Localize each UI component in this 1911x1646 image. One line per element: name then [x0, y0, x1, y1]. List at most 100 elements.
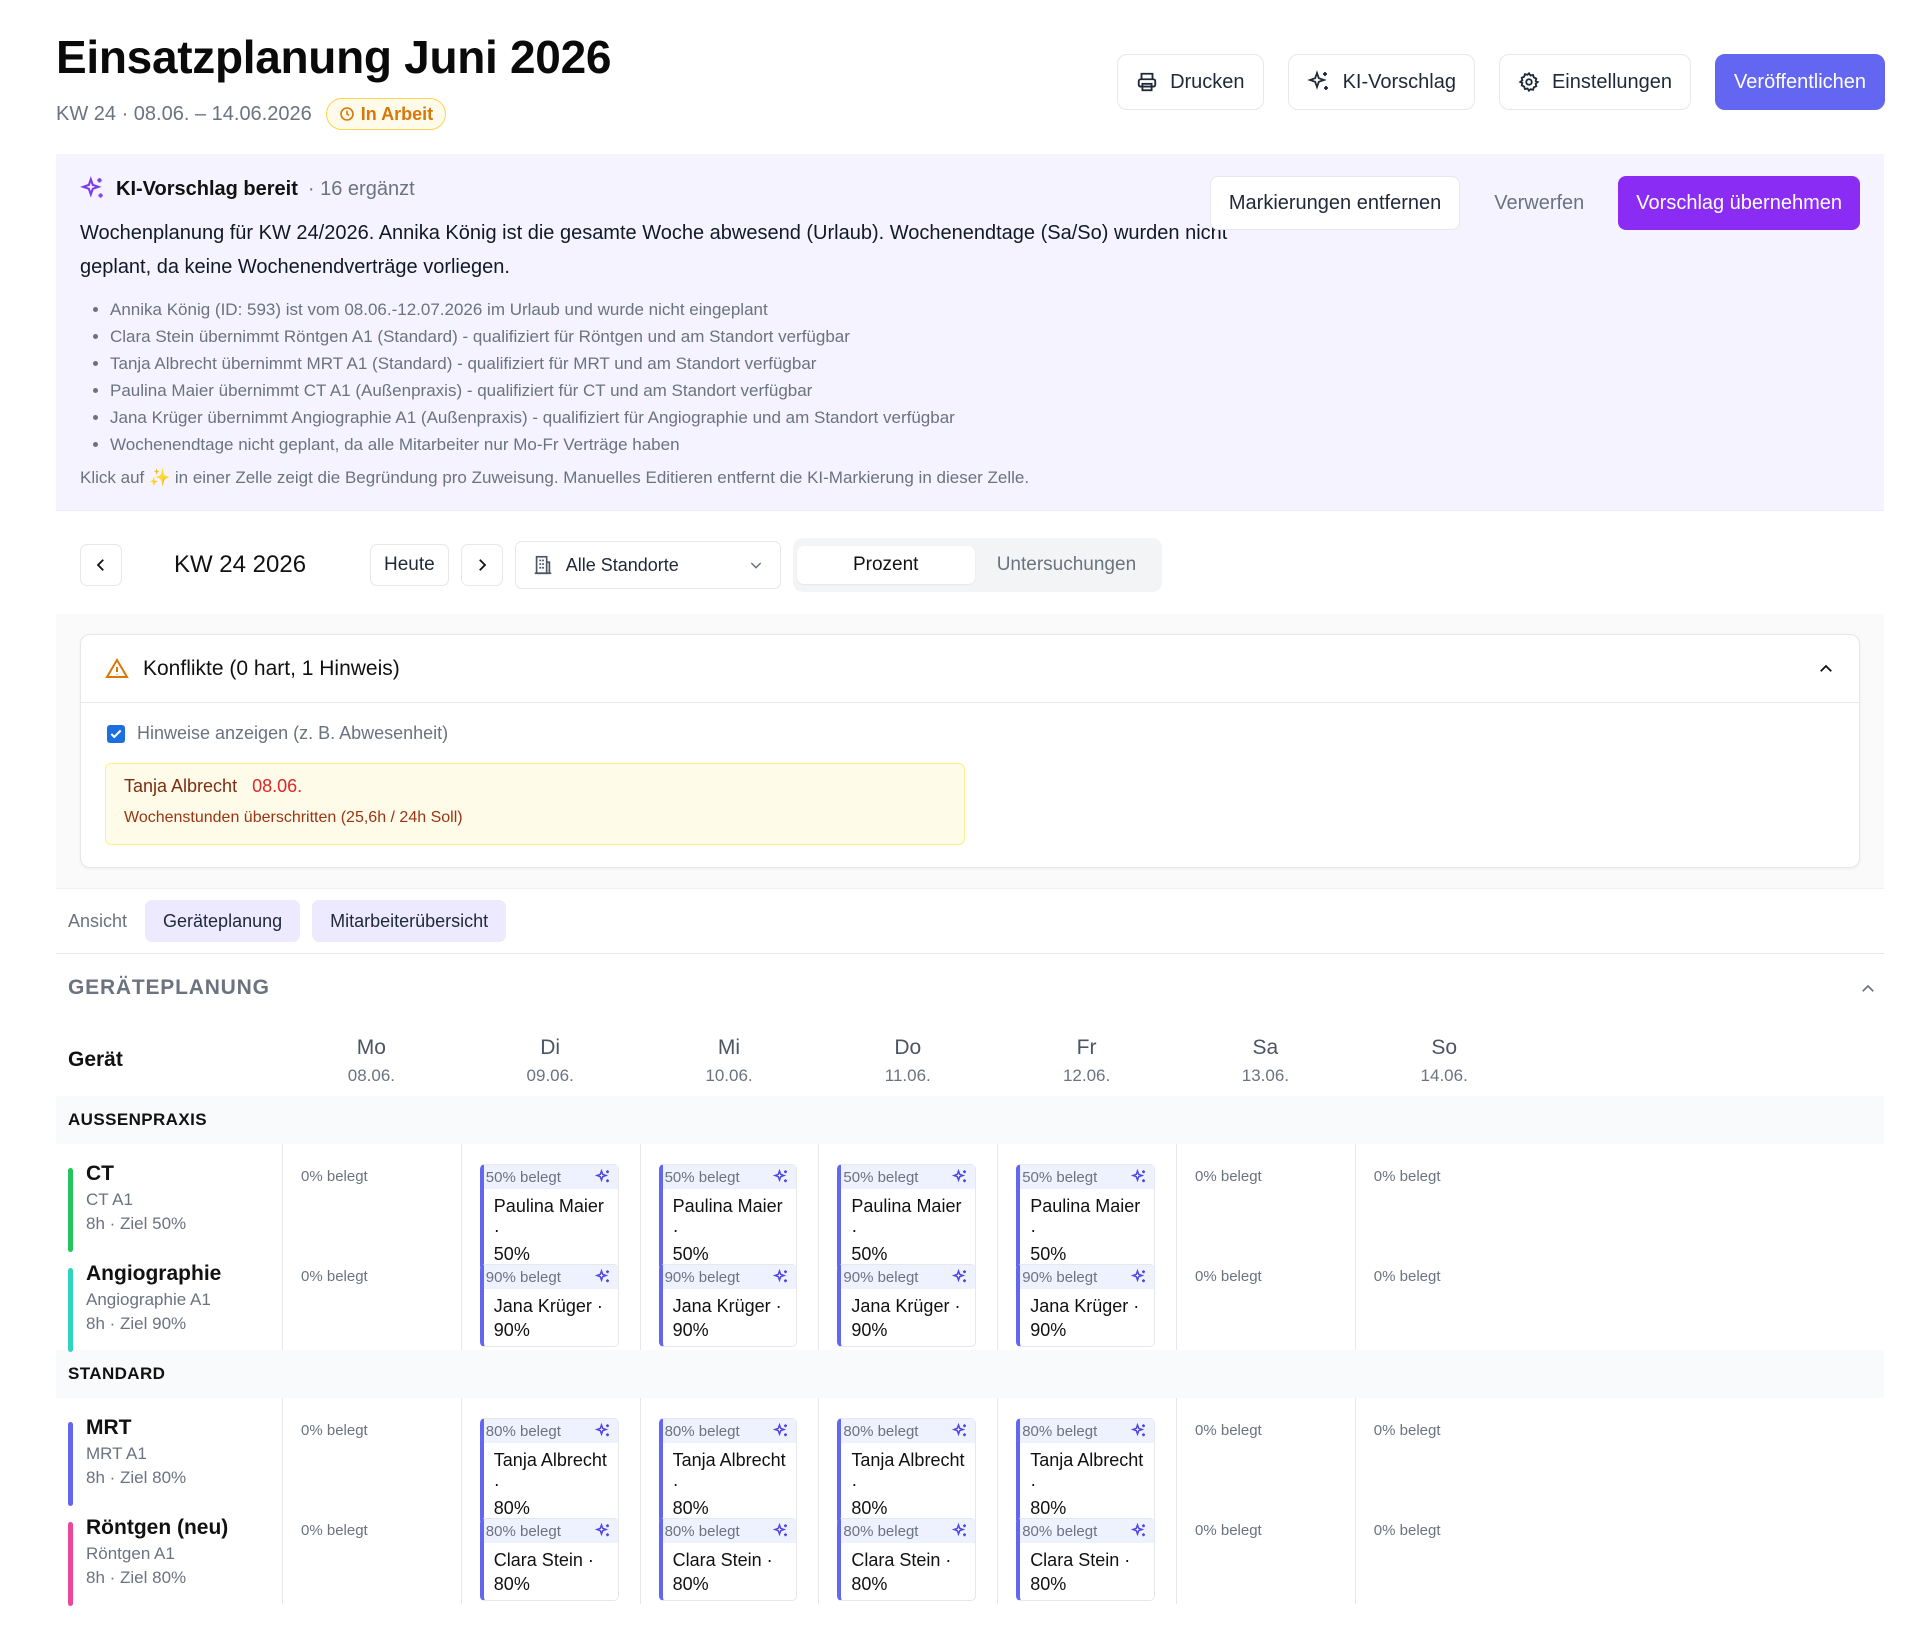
schedule-cell[interactable]: 80% belegt Clara Stein · 80%	[639, 1498, 819, 1604]
sparkles-icon[interactable]	[594, 1522, 612, 1540]
schedule-cell[interactable]: 90% belegt Jana Krüger · 90%	[460, 1244, 640, 1350]
assignment-card[interactable]: 90% belegt Jana Krüger · 90%	[479, 1264, 619, 1347]
accept-suggestion-button[interactable]: Vorschlag übernehmen	[1618, 176, 1860, 230]
schedule-cell[interactable]: 0% belegt	[1176, 1398, 1355, 1498]
occupancy-label: 0% belegt	[301, 1168, 368, 1185]
conflicts-header[interactable]: Konflikte (0 hart, 1 Hinweis)	[81, 635, 1859, 703]
ai-panel-header: KI-Vorschlag bereit · 16 ergänzt	[80, 176, 415, 202]
mode-exams-tab[interactable]: Untersuchungen	[975, 546, 1158, 584]
discard-button[interactable]: Verwerfen	[1486, 192, 1592, 215]
schedule-cell[interactable]: 0% belegt	[1176, 1498, 1355, 1604]
assignment-card-header: 50% belegt	[1020, 1165, 1154, 1189]
assigned-person: Jana Krüger · 90%	[663, 1289, 797, 1346]
schedule-cell[interactable]: 0% belegt	[1354, 1144, 1534, 1244]
conflict-hint-item[interactable]: Tanja Albrecht 08.06. Wochenstunden über…	[105, 763, 965, 845]
print-button[interactable]: Drucken	[1117, 54, 1264, 110]
schedule-cell[interactable]: 90% belegt Jana Krüger · 90%	[997, 1244, 1176, 1350]
assignment-card[interactable]: 80% belegt Clara Stein · 80%	[1016, 1518, 1155, 1601]
occupancy-label: 50% belegt	[664, 1168, 740, 1186]
schedule-cell[interactable]: 50% belegt Paulina Maier · 50%	[639, 1144, 819, 1271]
chevron-up-icon[interactable]	[1859, 980, 1877, 998]
remove-marks-button[interactable]: Markierungen entfernen	[1209, 176, 1461, 230]
device-planning-grid: Gerät Mo 08.06. Di 09.06. Mi 10.06. Do 11.06. Fr…	[56, 1020, 1884, 1606]
sparkles-icon[interactable]	[951, 1268, 969, 1286]
schedule-cell[interactable]: 80% belegt Tanja Albrecht · 80%	[639, 1398, 819, 1525]
assigned-person: Jana Krüger · 90%	[484, 1289, 618, 1346]
assigned-person-name: Tanja Albrecht ·	[1030, 1450, 1144, 1494]
tab-staff-overview[interactable]: Mitarbeiterübersicht	[312, 900, 507, 942]
device-name: Angiographie	[86, 1262, 222, 1285]
occupancy-label: 90% belegt	[1022, 1268, 1098, 1286]
schedule-cell[interactable]: 90% belegt Jana Krüger · 90%	[639, 1244, 819, 1350]
view-label: Ansicht	[68, 910, 128, 931]
printer-icon	[1136, 71, 1158, 93]
sparkles-icon[interactable]	[594, 1168, 612, 1186]
sparkles-icon[interactable]	[1130, 1168, 1148, 1186]
sparkles-icon[interactable]	[1130, 1268, 1148, 1286]
day-name: So	[1431, 1036, 1458, 1059]
assignment-card[interactable]: 80% belegt Clara Stein · 80%	[837, 1518, 977, 1601]
tab-device-planning[interactable]: Geräteplanung	[145, 900, 301, 942]
device-group-row: AUSSENPRAXIS	[56, 1096, 1884, 1144]
schedule-cell[interactable]: 80% belegt Tanja Albrecht · 80%	[818, 1398, 997, 1525]
gear-icon	[1518, 71, 1540, 93]
occupancy-label: 80% belegt	[485, 1422, 561, 1440]
chevron-up-icon[interactable]	[1817, 660, 1835, 678]
assignment-card[interactable]: 90% belegt Jana Krüger · 90%	[837, 1264, 977, 1347]
schedule-cell[interactable]: 0% belegt	[1354, 1244, 1534, 1350]
occupancy-label: 0% belegt	[1195, 1168, 1262, 1185]
day-column-header: So 14.06.	[1334, 1036, 1554, 1086]
week-range: KW 24 · 08.06. – 14.06.2026	[56, 102, 312, 125]
schedule-cell[interactable]: 0% belegt	[282, 1498, 461, 1604]
sparkles-icon[interactable]	[772, 1168, 790, 1186]
publish-button[interactable]: Veröffentlichen	[1715, 54, 1885, 110]
schedule-cell[interactable]: 0% belegt	[1354, 1498, 1534, 1604]
schedule-cell[interactable]: 80% belegt Clara Stein · 80%	[460, 1498, 640, 1604]
schedule-cell[interactable]: 50% belegt Paulina Maier · 50%	[997, 1144, 1176, 1271]
schedule-cell[interactable]: 0% belegt	[282, 1398, 461, 1498]
schedule-cell[interactable]: 50% belegt Paulina Maier · 50%	[818, 1144, 997, 1271]
sparkles-icon[interactable]	[951, 1168, 969, 1186]
sparkles-icon[interactable]	[594, 1422, 612, 1440]
schedule-cell[interactable]: 80% belegt Tanja Albrecht · 80%	[460, 1398, 640, 1525]
assignment-card[interactable]: 90% belegt Jana Krüger · 90%	[658, 1264, 798, 1347]
device-unit: MRT A1	[86, 1444, 147, 1463]
schedule-cell[interactable]: 50% belegt Paulina Maier · 50%	[460, 1144, 640, 1271]
schedule-cell[interactable]: 0% belegt	[1176, 1144, 1355, 1244]
conflicts-card: Konflikte (0 hart, 1 Hinweis) Hinweise a…	[80, 634, 1860, 868]
mode-percent-tab[interactable]: Prozent	[796, 546, 975, 584]
device-target: 8h · Ziel 90%	[86, 1314, 187, 1333]
sparkles-icon[interactable]	[951, 1422, 969, 1440]
next-week-button[interactable]	[460, 544, 503, 586]
sparkles-icon[interactable]	[772, 1268, 790, 1286]
assignment-card[interactable]: 80% belegt Clara Stein · 80%	[658, 1518, 798, 1601]
schedule-cell[interactable]: 80% belegt Clara Stein · 80%	[818, 1498, 997, 1604]
settings-button[interactable]: Einstellungen	[1498, 54, 1692, 110]
occupancy-label: 80% belegt	[843, 1522, 919, 1540]
sparkles-icon[interactable]	[772, 1422, 790, 1440]
occupancy-label: 50% belegt	[843, 1168, 919, 1186]
ai-suggestion-button[interactable]: KI-Vorschlag	[1287, 54, 1475, 110]
today-button[interactable]: Heute	[370, 544, 449, 586]
occupancy-label: 80% belegt	[1022, 1422, 1098, 1440]
sparkles-icon[interactable]	[1130, 1422, 1148, 1440]
assignment-card[interactable]: 80% belegt Clara Stein · 80%	[479, 1518, 619, 1601]
location-select[interactable]: Alle Standorte	[514, 541, 781, 589]
assignment-card-header: 80% belegt	[1020, 1419, 1154, 1443]
schedule-cell[interactable]: 90% belegt Jana Krüger · 90%	[818, 1244, 997, 1350]
schedule-cell[interactable]: 0% belegt	[1354, 1398, 1534, 1498]
schedule-cell[interactable]: 0% belegt	[1176, 1244, 1355, 1350]
sparkles-icon[interactable]	[594, 1268, 612, 1286]
sparkles-icon[interactable]	[772, 1522, 790, 1540]
sparkles-icon[interactable]	[951, 1522, 969, 1540]
schedule-cell[interactable]: 0% belegt	[282, 1244, 461, 1350]
schedule-cell[interactable]: 0% belegt	[282, 1144, 461, 1244]
ai-reason-list: Annika König (ID: 593) ist vom 08.06.-12…	[110, 296, 955, 458]
schedule-cell[interactable]: 80% belegt Clara Stein · 80%	[997, 1498, 1176, 1604]
sparkles-icon[interactable]	[1130, 1522, 1148, 1540]
assignment-card[interactable]: 90% belegt Jana Krüger · 90%	[1016, 1264, 1155, 1347]
show-hints-checkbox[interactable]	[107, 724, 125, 743]
previous-week-button[interactable]	[80, 544, 122, 586]
schedule-cell[interactable]: 80% belegt Tanja Albrecht · 80%	[997, 1398, 1176, 1525]
ai-panel-description: Wochenplanung für KW 24/2026. Annika Kön…	[80, 222, 1228, 278]
